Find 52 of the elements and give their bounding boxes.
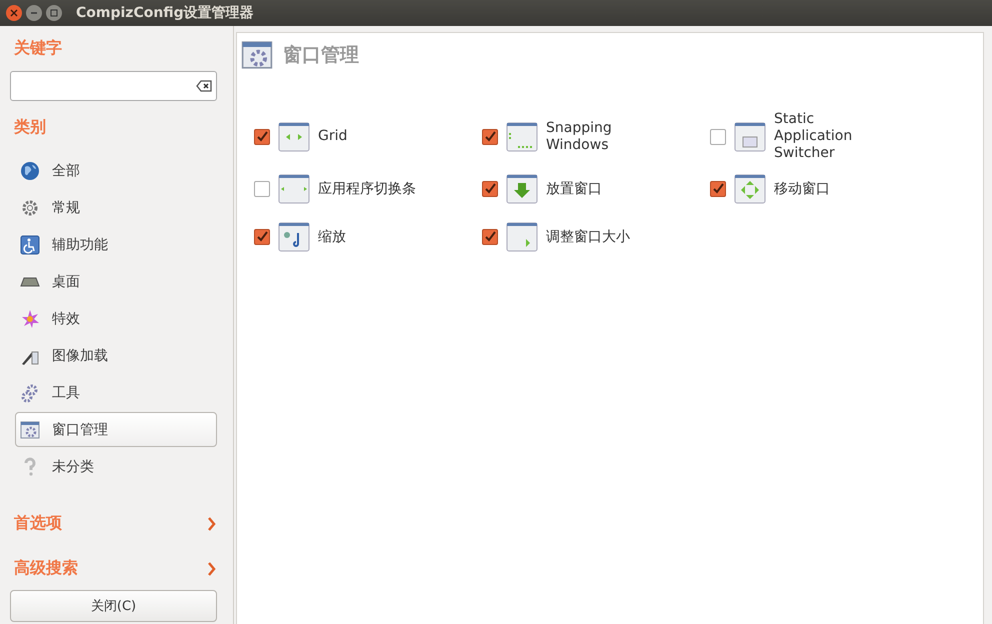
page-title: 窗口管理 [283,43,359,68]
chevron-icon [207,562,217,576]
section-heading: 类别 [14,117,47,138]
window-icon [278,173,310,205]
section-heading: 关键字 [14,38,63,59]
category-item[interactable]: 全部 [15,153,217,188]
window-icon [278,221,310,253]
plugin-label[interactable]: 应用程序切换条 [318,180,430,198]
window-gear-icon [20,420,40,440]
plugin-label[interactable]: 移动窗口 [774,180,886,198]
category-item[interactable]: 特效 [15,301,217,336]
checkbox[interactable] [254,229,270,245]
checkbox[interactable] [710,181,726,197]
close-icon[interactable] [6,5,22,21]
plugin-label[interactable]: Static Application Switcher [774,111,886,162]
gear-icon [20,198,40,218]
plugin-label[interactable]: Grid [318,128,430,145]
window-icon [734,173,766,205]
gears-icon [20,382,40,402]
category-item[interactable]: 窗口管理 [15,412,217,447]
close-button[interactable]: 关闭(C) [10,590,217,622]
window-icon [506,221,538,253]
globe-icon [20,160,40,180]
window-icon [734,120,766,152]
category-item[interactable]: 图像加载 [15,338,217,373]
plugin-label[interactable]: 缩放 [318,228,430,246]
checkbox[interactable] [482,181,498,197]
chevron-icon [207,516,217,530]
search-field[interactable] [10,71,217,101]
checkbox[interactable] [254,181,270,197]
sparkle-icon [20,308,40,328]
window-icon [506,173,538,205]
category-item[interactable]: 桌面 [15,264,217,299]
category-item[interactable]: 辅助功能 [15,227,217,262]
window-title: CompizConfig设置管理器 [76,4,254,22]
category-item[interactable]: 工具 [15,375,217,410]
plugin-label[interactable]: 放置窗口 [546,180,658,198]
checkbox[interactable] [710,128,726,144]
category-item[interactable]: 常规 [15,190,217,225]
window-gear-icon [241,39,273,71]
plugin-label[interactable]: 调整窗口大小 [546,228,658,246]
minimize-icon[interactable] [26,5,42,21]
category-item[interactable]: 未分类 [15,449,217,484]
accessibility-icon [20,234,40,254]
checkbox[interactable] [254,128,270,144]
checkbox[interactable] [482,229,498,245]
clear-icon[interactable] [196,80,212,92]
plugin-label[interactable]: Snapping Windows [546,120,658,154]
window-icon [278,120,310,152]
checkbox[interactable] [482,128,498,144]
window-icon [506,120,538,152]
maximize-icon[interactable] [46,5,62,21]
